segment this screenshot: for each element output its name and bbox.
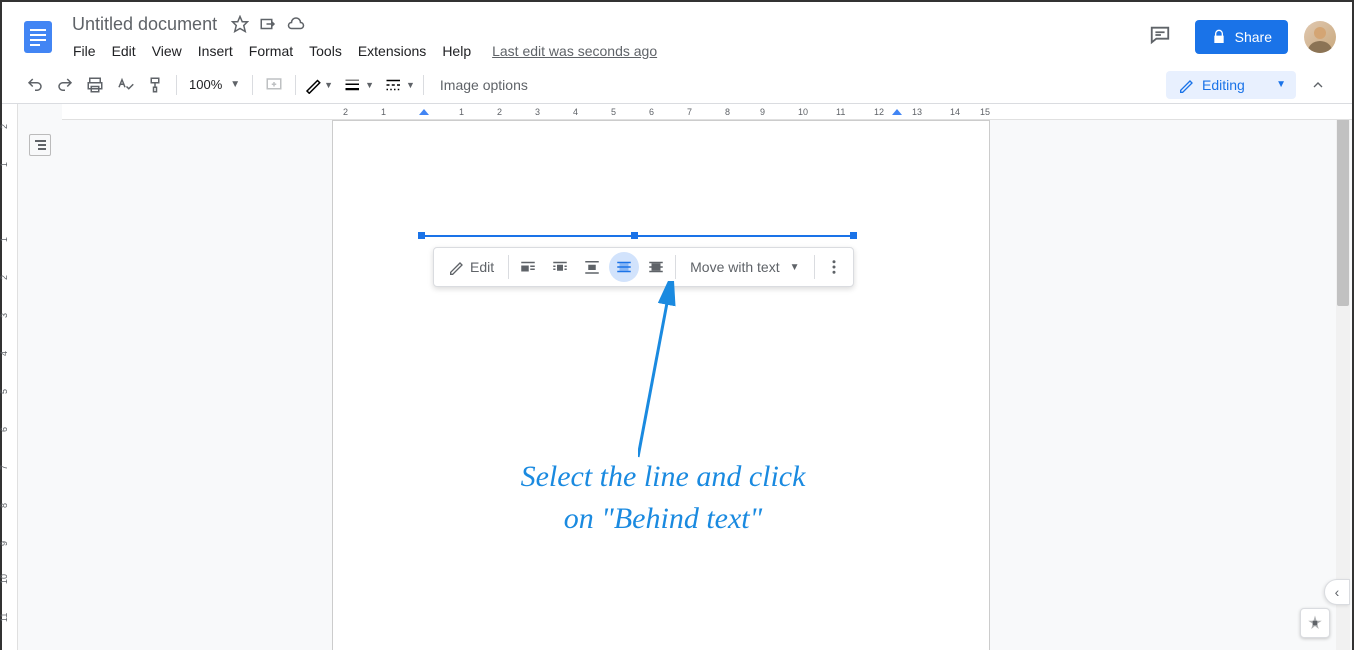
- workspace: 2 1 1 2 3 4 5 6 7 8 9 10 11 2 1 1 2 3 4 …: [2, 104, 1352, 650]
- cloud-icon[interactable]: [287, 15, 305, 33]
- redo-icon[interactable]: [52, 72, 78, 98]
- separator: [295, 75, 296, 95]
- separator: [508, 255, 509, 279]
- document-info: Untitled document File Edit View Insert …: [66, 12, 1141, 63]
- more-options-icon[interactable]: [819, 252, 849, 282]
- annotation-text: Select the line and click on "Behind tex…: [383, 456, 943, 540]
- image-options-button[interactable]: Image options: [432, 77, 536, 93]
- expand-side-panel-icon[interactable]: ‹: [1324, 579, 1350, 605]
- menu-extensions[interactable]: Extensions: [351, 39, 433, 63]
- document-title[interactable]: Untitled document: [66, 12, 223, 37]
- separator: [252, 75, 253, 95]
- selection-handle-right[interactable]: [850, 232, 857, 239]
- horizontal-ruler[interactable]: 2 1 1 2 3 4 5 6 7 8 9 10 11 12 13 14 15: [62, 104, 1352, 120]
- separator: [176, 75, 177, 95]
- zoom-dropdown[interactable]: 100%▼: [185, 73, 244, 96]
- document-page[interactable]: Edit Move with text▼ Select the line and…: [332, 120, 990, 650]
- indent-marker-icon[interactable]: [419, 109, 429, 121]
- outline-sidebar: [18, 104, 62, 650]
- selection-handle-middle[interactable]: [631, 232, 638, 239]
- toolbar-right: Editing ▼: [1166, 71, 1332, 99]
- app-header: Untitled document File Edit View Insert …: [2, 2, 1352, 66]
- selection-handle-left[interactable]: [418, 232, 425, 239]
- header-right: Share: [1141, 16, 1336, 59]
- indent-end-marker-icon[interactable]: [892, 109, 902, 121]
- menu-view[interactable]: View: [145, 39, 189, 63]
- menu-insert[interactable]: Insert: [191, 39, 240, 63]
- docs-logo-icon[interactable]: [18, 17, 58, 57]
- collapse-toolbar-icon[interactable]: [1304, 71, 1332, 99]
- separator: [423, 75, 424, 95]
- explore-button-icon[interactable]: [1300, 608, 1330, 638]
- spellcheck-icon[interactable]: [112, 72, 138, 98]
- star-icon[interactable]: [231, 15, 249, 33]
- document-canvas: 2 1 1 2 3 4 5 6 7 8 9 10 11 12 13 14 15: [62, 104, 1352, 650]
- edit-button[interactable]: Edit: [438, 253, 504, 281]
- break-text-icon[interactable]: [577, 252, 607, 282]
- wrap-text-icon[interactable]: [545, 252, 575, 282]
- comments-icon[interactable]: [1141, 16, 1179, 59]
- undo-icon[interactable]: [22, 72, 48, 98]
- add-comment-icon[interactable]: [261, 72, 287, 98]
- pencil-icon: [1178, 77, 1194, 93]
- behind-text-icon[interactable]: [609, 252, 639, 282]
- inline-wrap-icon[interactable]: [513, 252, 543, 282]
- menu-tools[interactable]: Tools: [302, 39, 349, 63]
- menu-format[interactable]: Format: [242, 39, 300, 63]
- line-weight-dropdown[interactable]: ▼: [343, 76, 374, 94]
- outline-icon[interactable]: [29, 134, 51, 156]
- front-text-icon[interactable]: [641, 252, 671, 282]
- separator: [675, 255, 676, 279]
- menu-bar: File Edit View Insert Format Tools Exten…: [66, 39, 1141, 63]
- vertical-ruler[interactable]: 2 1 1 2 3 4 5 6 7 8 9 10 11: [2, 104, 18, 650]
- line-dash-dropdown[interactable]: ▼: [384, 76, 415, 94]
- editing-mode-dropdown[interactable]: Editing ▼: [1166, 71, 1296, 99]
- title-row: Untitled document: [66, 12, 1141, 37]
- paint-format-icon[interactable]: [142, 72, 168, 98]
- user-avatar[interactable]: [1304, 21, 1336, 53]
- menu-help[interactable]: Help: [435, 39, 478, 63]
- vertical-scrollbar[interactable]: [1336, 104, 1350, 650]
- menu-file[interactable]: File: [66, 39, 103, 63]
- menu-edit[interactable]: Edit: [105, 39, 143, 63]
- annotation-arrow-icon: [638, 281, 698, 461]
- share-button[interactable]: Share: [1195, 20, 1288, 54]
- title-icons: [231, 15, 305, 33]
- move-with-text-dropdown[interactable]: Move with text▼: [680, 253, 809, 281]
- scrollbar-thumb[interactable]: [1337, 106, 1349, 306]
- lock-icon: [1211, 29, 1227, 45]
- move-icon[interactable]: [259, 15, 277, 33]
- last-edit-link[interactable]: Last edit was seconds ago: [492, 43, 657, 59]
- main-toolbar: 100%▼ ▼ ▼ ▼ Image options Editing ▼: [2, 66, 1352, 104]
- line-color-dropdown[interactable]: ▼: [304, 76, 333, 94]
- print-icon[interactable]: [82, 72, 108, 98]
- floating-image-toolbar: Edit Move with text▼: [433, 247, 854, 287]
- share-label: Share: [1235, 29, 1272, 45]
- pencil-icon: [448, 259, 464, 275]
- separator: [814, 255, 815, 279]
